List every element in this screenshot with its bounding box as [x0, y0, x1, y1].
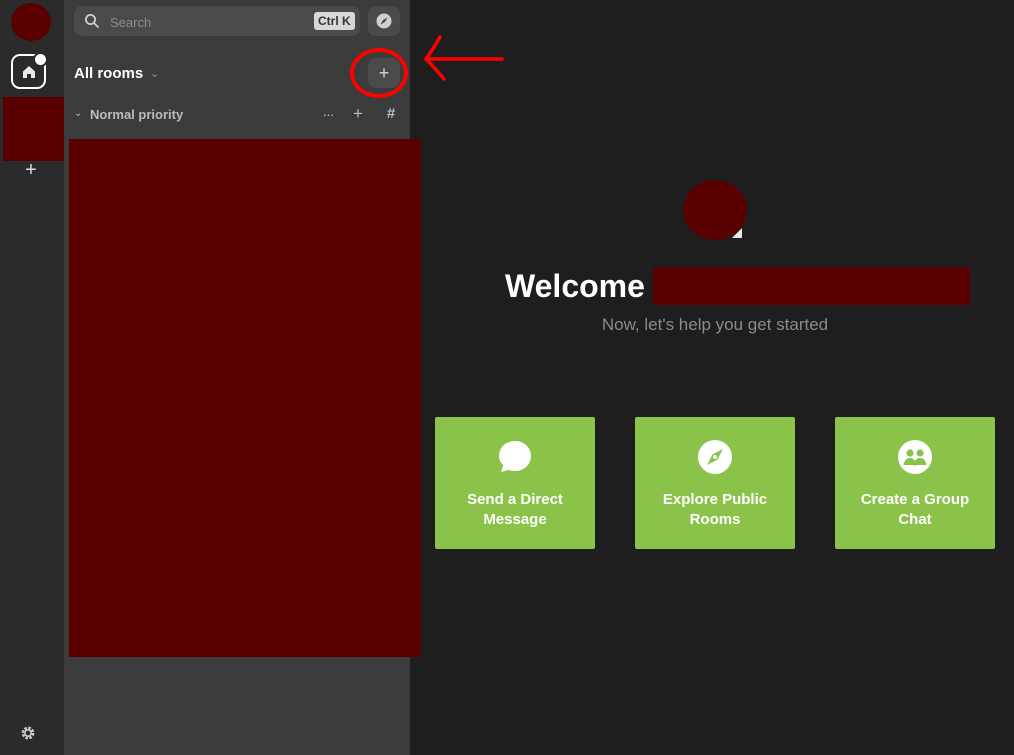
card-label: Explore Public Rooms — [662, 491, 768, 528]
explore-public-rooms-button[interactable]: Explore Public Rooms — [635, 417, 795, 549]
section-explore-icon[interactable]: # — [382, 104, 400, 124]
welcome-subtitle: Now, let's help you get started — [601, 315, 829, 334]
explore-rooms-button[interactable] — [368, 6, 400, 36]
card-label: Create a Group Chat — [860, 491, 970, 528]
compass-icon — [376, 13, 392, 29]
redacted-username — [653, 267, 970, 305]
send-direct-message-button[interactable]: Send a Direct Message — [435, 417, 595, 549]
section-header-normal-priority[interactable]: ⌄ Normal priority ··· + # — [74, 104, 400, 126]
chevron-down-icon[interactable]: ⌄ — [74, 107, 84, 121]
annotation-arrow — [423, 35, 504, 81]
welcome-heading: Welcome — [505, 268, 645, 304]
chevron-down-icon[interactable]: ⌄ — [150, 67, 160, 81]
group-icon — [898, 440, 932, 474]
card-label: Send a Direct Message — [467, 491, 563, 528]
redacted-room-list — [69, 139, 421, 657]
search-input[interactable] — [108, 6, 302, 38]
annotation-circle — [350, 48, 408, 98]
redacted-space — [3, 97, 67, 161]
room-list-title[interactable]: All rooms — [74, 64, 143, 84]
gear-icon[interactable] — [19, 724, 37, 742]
add-space-button[interactable]: + — [22, 160, 40, 180]
section-title[interactable]: Normal priority — [90, 106, 183, 124]
compass-icon — [698, 440, 732, 474]
user-avatar[interactable] — [11, 3, 51, 41]
chat-bubble-icon — [499, 441, 531, 472]
search-shortcut-badge: Ctrl K — [314, 12, 355, 30]
notification-dot — [33, 52, 48, 67]
search-icon — [85, 14, 99, 28]
space-bar: + — [0, 0, 67, 755]
avatar-edit-corner — [732, 228, 742, 238]
section-more-button[interactable]: ··· — [320, 104, 336, 124]
create-group-chat-button[interactable]: Create a Group Chat — [835, 417, 995, 549]
search-bar[interactable]: Ctrl K — [74, 6, 360, 38]
section-add-room-button[interactable]: + — [350, 104, 366, 124]
home-button[interactable] — [11, 52, 48, 89]
